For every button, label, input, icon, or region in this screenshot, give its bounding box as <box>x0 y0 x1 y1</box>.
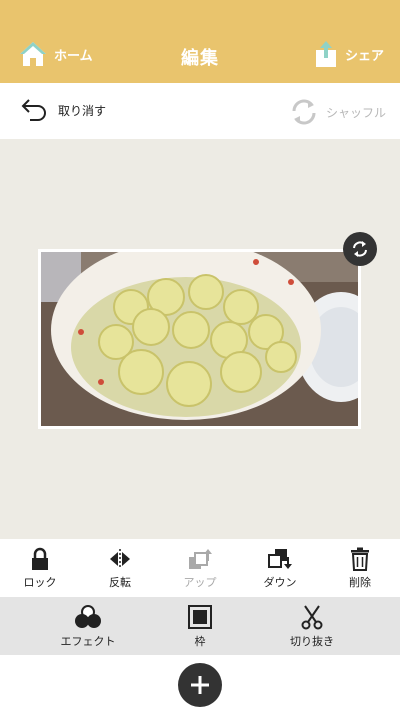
trash-icon <box>351 547 369 571</box>
flip-icon <box>110 549 130 569</box>
scissors-icon <box>301 605 323 630</box>
edit-canvas[interactable] <box>0 139 400 539</box>
flip-button[interactable]: 反転 <box>80 539 160 597</box>
undo-bar: 取り消す シャッフル <box>0 83 400 139</box>
lock-label: ロック <box>23 576 57 589</box>
photo-image <box>41 252 358 426</box>
lock-button[interactable]: ロック <box>0 539 80 597</box>
share-label: シェア <box>344 48 384 64</box>
shuffle-button[interactable]: シャッフル <box>288 97 386 127</box>
shuffle-label: シャッフル <box>325 105 386 120</box>
secondary-toolbar: エフェクト 枠 切り抜き <box>0 597 400 655</box>
effect-label: エフェクト <box>60 635 116 648</box>
delete-label: 削除 <box>349 576 371 589</box>
share-button[interactable]: シェア <box>315 40 384 68</box>
layer-up-button[interactable]: アップ <box>160 539 240 597</box>
primary-toolbar: ロック 反転 アップ ダウン 削除 <box>0 539 400 597</box>
effect-icon <box>75 605 101 628</box>
shuffle-icon <box>292 99 316 125</box>
undo-button[interactable]: 取り消す <box>20 97 106 123</box>
flip-label: 反転 <box>109 576 131 589</box>
frame-button[interactable]: 枠 <box>150 604 250 649</box>
layer-up-label: アップ <box>183 576 217 589</box>
layer-down-button[interactable]: ダウン <box>240 539 320 597</box>
layer-down-label: ダウン <box>263 576 297 589</box>
add-button[interactable] <box>178 663 222 707</box>
app-header: ホーム 編集 シェア <box>0 0 400 83</box>
rotate-icon <box>353 241 367 257</box>
frame-label: 枠 <box>194 635 206 648</box>
frame-icon <box>188 605 212 629</box>
plus-icon <box>191 676 209 694</box>
effect-button[interactable]: エフェクト <box>38 604 138 649</box>
crop-label: 切り抜き <box>290 635 334 648</box>
bottom-bar <box>0 655 400 713</box>
delete-button[interactable]: 削除 <box>320 539 400 597</box>
layer-down-icon <box>268 549 292 569</box>
layer-up-icon <box>189 549 212 569</box>
undo-icon <box>21 99 46 121</box>
undo-label: 取り消す <box>58 103 107 118</box>
rotate-handle[interactable] <box>343 232 377 266</box>
crop-button[interactable]: 切り抜き <box>262 604 362 649</box>
share-icon <box>315 41 336 67</box>
lock-icon <box>32 547 48 570</box>
photo-item[interactable] <box>38 249 361 429</box>
